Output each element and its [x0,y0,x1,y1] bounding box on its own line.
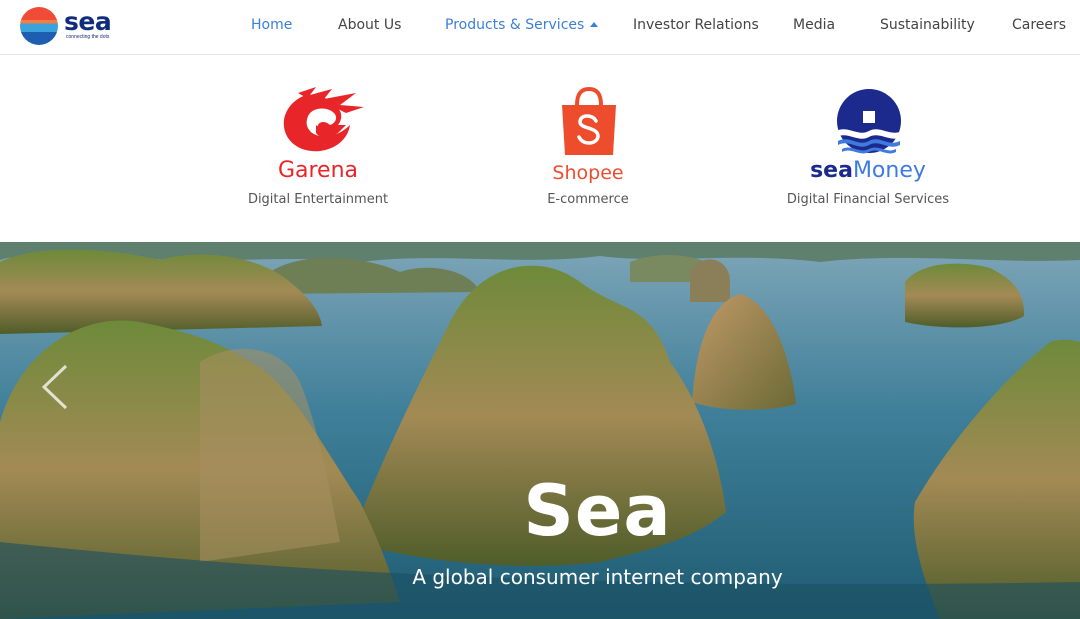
nav-products-services-label: Products & Services [445,17,585,33]
shopee-bag-icon [562,87,616,155]
garena-description: Digital Entertainment [247,192,389,207]
hero-landscape-image [0,242,1080,619]
product-shopee[interactable]: Shopee E-commerce [478,85,698,215]
nav-about-us[interactable]: About Us [338,0,401,50]
caret-up-icon [590,22,599,27]
garena-logo-icon [283,87,364,152]
shopee-wordmark: Shopee [552,162,624,184]
garena-wordmark: Garena [277,158,359,183]
nav-investor-relations[interactable]: Investor Relations [633,0,759,50]
chevron-left-icon[interactable] [40,362,70,412]
logo-tagline: connecting the dots [66,34,110,40]
hero-subtitle: A global consumer internet company [412,565,783,589]
hero-banner: Sea A global consumer internet company [0,242,1080,619]
shopee-description: E-commerce [547,192,629,207]
nav-home[interactable]: Home [251,0,292,50]
nav-careers[interactable]: Careers [1012,0,1066,50]
nav-products-services[interactable]: Products & Services [445,0,599,50]
seamoney-description: Digital Financial Services [786,192,950,207]
product-seamoney[interactable]: seaMoney Digital Financial Services [758,85,978,215]
products-dropdown: Garena Digital Entertainment Shopee E-co… [0,55,1080,242]
sea-logo-icon [20,7,58,45]
sea-logo[interactable]: sea connecting the dots [20,7,120,47]
site-header: sea connecting the dots Home About Us Pr… [0,0,1080,55]
nav-media[interactable]: Media [793,0,835,50]
seamoney-wordmark: seaMoney [810,158,926,183]
seamoney-logo-icon [836,89,902,154]
product-garena[interactable]: Garena Digital Entertainment [208,85,428,215]
logo-wordmark: sea [64,7,112,36]
nav-sustainability[interactable]: Sustainability [880,0,975,50]
hero-title: Sea [523,470,672,552]
